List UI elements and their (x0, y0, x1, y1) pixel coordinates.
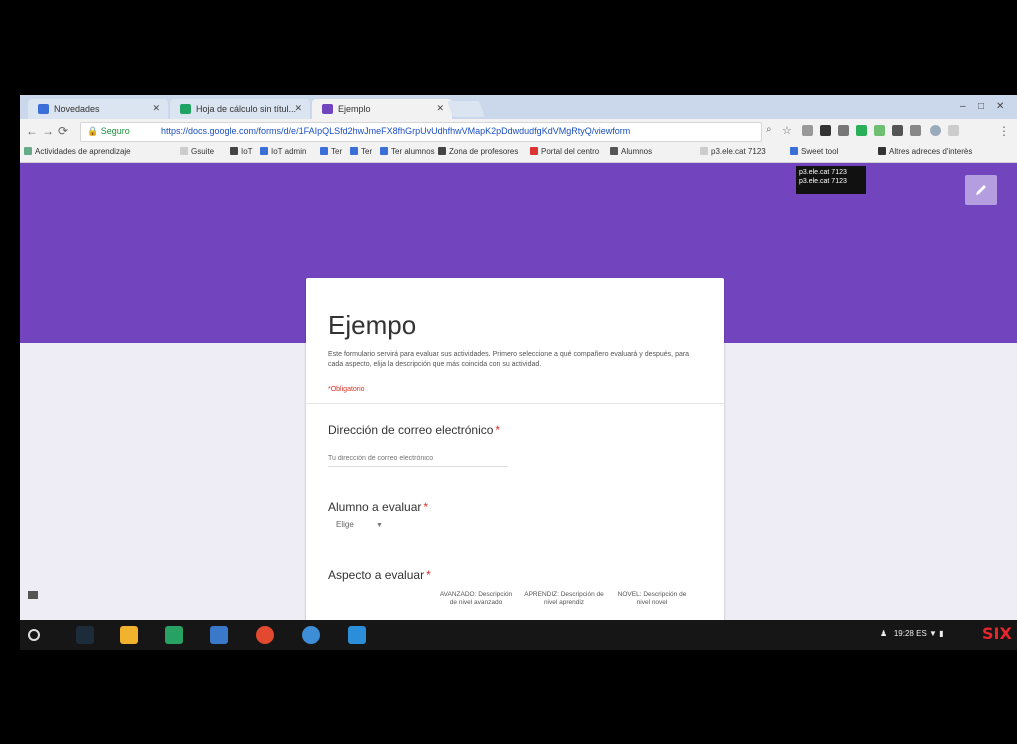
notification-icon[interactable]: ♟ (880, 629, 887, 638)
minimize-icon[interactable]: – (960, 101, 966, 112)
extension-icon[interactable] (892, 125, 903, 136)
forward-icon[interactable]: → (42, 124, 54, 138)
ime-indicator: ES (916, 629, 927, 638)
extension-icon[interactable] (856, 125, 867, 136)
select-value: Elige (336, 520, 354, 529)
sheets-favicon-icon (180, 104, 191, 114)
system-tray[interactable]: ♟ 19:28 ES ▼ ▮ (880, 629, 944, 638)
tab-hoja-de-calculo[interactable]: Hoja de cálculo sin títul... ✕ (170, 99, 310, 119)
screen: Novedades ✕ Hoja de cálculo sin títul...… (20, 95, 1017, 650)
six-logo: SIX (982, 624, 1012, 643)
print-extension-icon[interactable] (820, 125, 831, 136)
tab-strip: Novedades ✕ Hoja de cálculo sin títul...… (20, 95, 1017, 119)
bookmark-item[interactable]: Ter alumnos (380, 147, 435, 156)
window-close-icon[interactable]: ✕ (996, 101, 1004, 112)
extension-icon[interactable] (802, 125, 813, 136)
required-note: *Obligatorio (328, 386, 365, 393)
drive-icon[interactable] (120, 626, 138, 644)
wifi-icon: ▼ (929, 629, 937, 638)
sheets-icon[interactable] (165, 626, 183, 644)
extension-icon[interactable] (838, 125, 849, 136)
reload-icon[interactable]: ⟳ (58, 124, 68, 138)
bookmark-item[interactable]: Zona de profesores (438, 147, 518, 156)
question-email-label: Dirección de correo electrónico * (328, 423, 501, 437)
form-page: p3.ele.cat 7123 p3.ele.cat 7123 Ejempo E… (20, 163, 1017, 620)
menu-icon[interactable]: ⋮ (998, 124, 1010, 138)
bookmark-item[interactable]: Alumnos (610, 147, 652, 156)
tab-title: Ejemplo (338, 104, 371, 114)
zoom-icon[interactable]: ⌕ (766, 124, 772, 135)
tab-ejemplo[interactable]: Ejemplo ✕ (312, 99, 452, 119)
extension-icon[interactable] (948, 125, 959, 136)
required-star: * (495, 423, 501, 437)
bookmark-star-icon[interactable]: ☆ (782, 124, 792, 137)
play-store-icon[interactable] (348, 626, 366, 644)
back-icon[interactable]: ← (26, 124, 38, 138)
url-text: https://docs.google.com/forms/d/e/1FAIpQ… (161, 126, 631, 136)
browser-toolbar: ← → ⟳ 🔒 Seguro https://docs.google.com/f… (20, 119, 1017, 143)
extension-icon[interactable] (910, 125, 921, 136)
app-icon[interactable] (76, 626, 94, 644)
edit-form-button[interactable] (965, 175, 997, 205)
app-icon[interactable] (210, 626, 228, 644)
grid-column-header: AVANZADO: Descripción de nivel avanzado (439, 591, 513, 606)
bookmark-item[interactable]: IoT (230, 147, 253, 156)
required-star: * (426, 568, 431, 582)
tab-favicon-icon (38, 104, 49, 114)
profile-icon[interactable] (930, 125, 941, 136)
question-student-label: Alumno a evaluar * (328, 500, 429, 514)
bookmark-item[interactable]: Sweet tool (790, 147, 838, 156)
required-star: * (423, 500, 429, 514)
tooltip-line: p3.ele.cat 7123 (799, 169, 847, 176)
tab-title: Hoja de cálculo sin títul... (196, 104, 296, 114)
bookmark-item[interactable]: Gsuite (180, 147, 214, 156)
tooltip-line: p3.ele.cat 7123 (799, 178, 847, 185)
tab-close-icon[interactable]: ✕ (152, 103, 160, 114)
tab-title: Novedades (54, 104, 100, 114)
bookmarks-bar: Actividades de aprendizaje Gsuite IoT Io… (20, 143, 1017, 163)
extension-icon[interactable] (874, 125, 885, 136)
email-field[interactable] (328, 450, 508, 467)
chrome-icon[interactable] (256, 626, 274, 644)
shelf-icon[interactable] (28, 591, 38, 599)
battery-icon: ▮ (939, 629, 944, 638)
form-description: Este formulario servirá para evaluar sus… (328, 351, 690, 368)
bookmark-item[interactable]: Actividades de aprendizaje (24, 147, 131, 156)
tab-novedades[interactable]: Novedades ✕ (28, 99, 168, 119)
bookmark-tooltip: p3.ele.cat 7123 p3.ele.cat 7123 (796, 166, 866, 194)
grid-column-header: NOVEL: Descripción de nivel novel (617, 591, 687, 606)
taskbar: ♟ 19:28 ES ▼ ▮ SIX (20, 620, 1017, 650)
launcher-icon[interactable] (28, 629, 40, 641)
bookmark-item[interactable]: Ter (320, 147, 342, 156)
address-bar[interactable]: 🔒 Seguro https://docs.google.com/forms/d… (80, 122, 762, 142)
form-card: Ejempo Este formulario servirá para eval… (306, 278, 724, 620)
bookmark-item[interactable]: Portal del centro (530, 147, 599, 156)
pencil-icon (976, 185, 986, 195)
app-icon[interactable] (302, 626, 320, 644)
bookmark-item[interactable]: Altres adreces d'interès (878, 147, 972, 156)
student-select[interactable]: Elige ▼ (336, 520, 386, 536)
bookmark-item[interactable]: p3.ele.cat 7123 (700, 147, 766, 156)
tab-close-icon[interactable]: ✕ (436, 103, 444, 114)
secure-label: 🔒 Seguro (87, 126, 130, 136)
forms-favicon-icon (322, 104, 333, 114)
form-title: Ejempo (328, 310, 417, 340)
divider (306, 403, 724, 404)
dropdown-arrow-icon: ▼ (376, 522, 383, 529)
maximize-icon[interactable]: □ (978, 101, 984, 112)
tab-close-icon[interactable]: ✕ (294, 103, 302, 114)
new-tab-button[interactable] (447, 101, 485, 117)
bookmark-item[interactable]: IoT admin (260, 147, 306, 156)
question-aspect-label: Aspecto a evaluar * (328, 568, 431, 582)
bookmark-item[interactable]: Ter (350, 147, 372, 156)
grid-column-header: APRENDIZ: Descripción de nivel aprendiz (524, 591, 604, 606)
clock: 19:28 (893, 629, 914, 638)
